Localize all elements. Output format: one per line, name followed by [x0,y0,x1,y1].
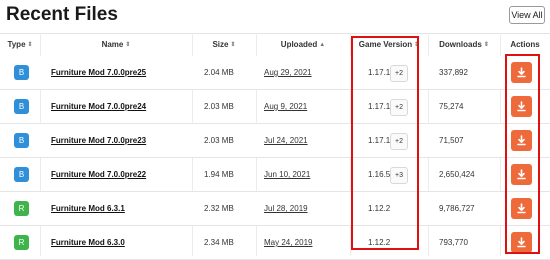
table-row: B Furniture Mod 7.0.0pre24 2.03 MB Aug 9, 2… [0,90,550,124]
file-name-link[interactable]: Furniture Mod 7.0.0pre23 [51,124,146,157]
download-button[interactable] [511,130,532,151]
sort-icon: ⇕ [414,42,420,48]
more-versions-button[interactable]: +2 [390,65,408,82]
game-version: 1.16.5 [368,170,391,179]
release-type-badge: B [14,99,29,114]
download-button[interactable] [511,198,532,219]
sort-icon: ⇕ [27,42,33,48]
download-button[interactable] [511,96,532,117]
table-header: Type ⇕ Name ⇕ Size ⇕ Uploaded ▲ Game Version… [0,33,550,57]
download-icon [517,169,526,180]
more-versions-button[interactable]: +2 [390,133,408,150]
file-size: 2.03 MB [204,136,234,145]
upload-date: May 24, 2019 [264,238,313,247]
table-row: R Furniture Mod 6.3.0 2.34 MB May 24, 2019 1… [0,226,550,260]
upload-date: Aug 29, 2021 [264,68,312,77]
file-name-link[interactable]: Furniture Mod 7.0.0pre24 [51,90,146,123]
game-version: 1.12.2 [368,204,391,213]
sort-icon: ⇕ [125,42,131,48]
view-all-button[interactable]: View All [509,6,545,24]
column-label: Actions [510,40,540,49]
file-name-link[interactable]: Furniture Mod 6.3.0 [51,226,125,259]
download-icon [517,67,526,78]
column-header-downloads[interactable]: Downloads ⇕ [428,34,500,56]
upload-date: Aug 9, 2021 [264,102,308,111]
file-size: 2.34 MB [204,238,234,247]
upload-date: Jul 28, 2019 [264,204,308,213]
download-icon [517,135,526,146]
download-button[interactable] [511,62,532,83]
download-count: 2,650,424 [439,170,475,179]
download-icon [517,203,526,214]
column-label: Game Version [358,40,413,49]
file-size: 2.04 MB [204,68,234,77]
release-type-badge: B [14,133,29,148]
more-versions-button[interactable]: +3 [390,167,408,184]
column-header-size[interactable]: Size ⇕ [192,34,256,56]
column-label: Uploaded [280,40,318,49]
column-header-game-version[interactable]: Game Version ⇕ [350,34,428,56]
table-row: B Furniture Mod 7.0.0pre25 2.04 MB Aug 29, … [0,56,550,90]
game-version: 1.12.2 [368,238,391,247]
download-icon [517,237,526,248]
upload-date: Jul 24, 2021 [264,136,308,145]
file-name-link[interactable]: Furniture Mod 7.0.0pre25 [51,56,146,89]
download-count: 75,274 [439,102,464,111]
game-version: 1.17.1 [368,68,391,77]
download-button[interactable] [511,232,532,253]
column-label: Type [7,40,26,49]
table-row: R Furniture Mod 6.3.1 2.32 MB Jul 28, 2019 1… [0,192,550,226]
table-row: B Furniture Mod 7.0.0pre23 2.03 MB Jul 24, … [0,124,550,158]
column-label: Downloads [439,40,482,49]
download-icon [517,101,526,112]
column-header-uploaded[interactable]: Uploaded ▲ [256,34,350,56]
release-type-badge: B [14,167,29,182]
download-count: 71,507 [439,136,464,145]
upload-date: Jun 10, 2021 [264,170,311,179]
sort-icon: ⇕ [230,42,236,48]
download-count: 337,892 [439,68,468,77]
file-name-link[interactable]: Furniture Mod 7.0.0pre22 [51,158,146,191]
release-type-badge: R [14,235,29,250]
column-header-name[interactable]: Name ⇕ [40,34,192,56]
file-size: 2.03 MB [204,102,234,111]
release-type-badge: B [14,65,29,80]
file-size: 2.32 MB [204,204,234,213]
download-count: 793,770 [439,238,468,247]
file-size: 1.94 MB [204,170,234,179]
game-version: 1.17.1 [368,102,391,111]
download-count: 9,786,727 [439,204,475,213]
download-button[interactable] [511,164,532,185]
table-row: B Furniture Mod 7.0.0pre22 1.94 MB Jun 10, … [0,158,550,192]
column-label: Size [212,40,229,49]
release-type-badge: R [14,201,29,216]
file-name-link[interactable]: Furniture Mod 6.3.1 [51,192,125,225]
column-header-type[interactable]: Type ⇕ [0,34,40,56]
sort-icon: ⇕ [483,42,489,48]
more-versions-button[interactable]: +2 [390,99,408,116]
page-title: Recent Files [6,4,118,25]
column-header-actions: Actions [500,34,550,56]
sort-up-icon: ▲ [319,42,326,48]
game-version: 1.17.1 [368,136,391,145]
column-label: Name [101,40,124,49]
